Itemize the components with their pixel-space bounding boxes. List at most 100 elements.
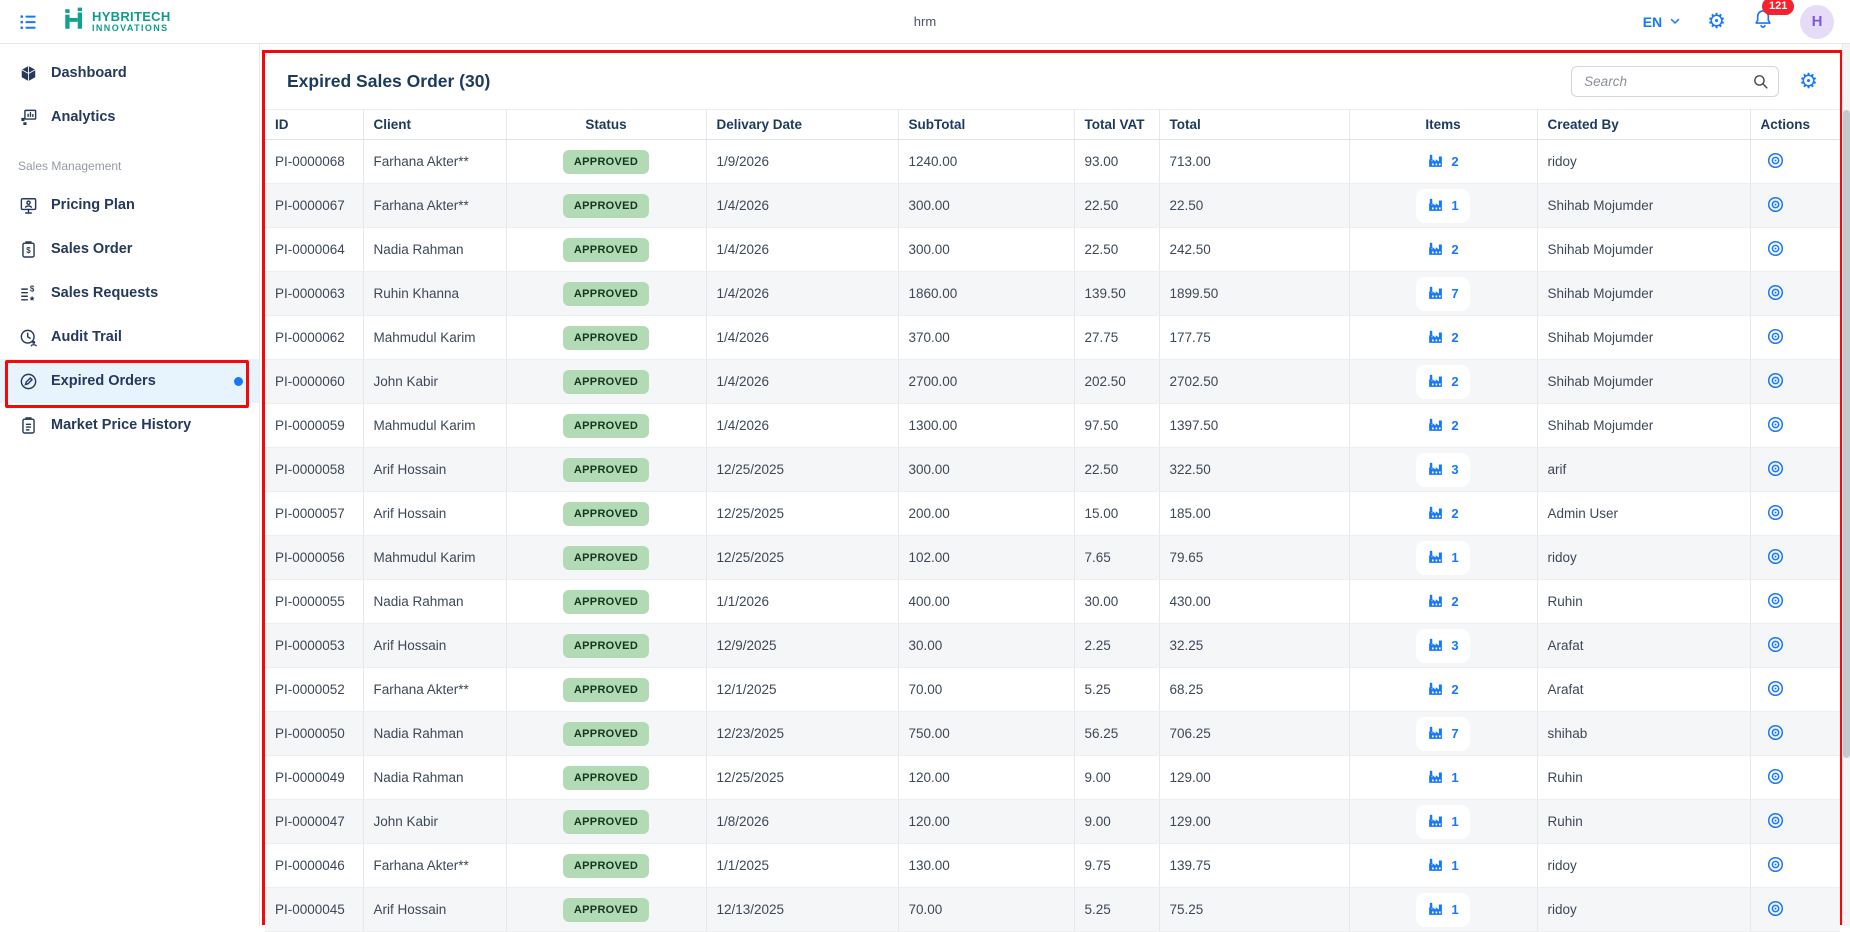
items-button[interactable]: 7	[1416, 277, 1469, 311]
sidebar-item-sales-order[interactable]: $ Sales Order	[0, 227, 259, 271]
order-id-cell: PI-0000046	[265, 844, 363, 888]
view-action-icon[interactable]	[1766, 855, 1785, 874]
delivery-date-cell: 1/4/2026	[706, 316, 898, 360]
view-action-icon[interactable]	[1766, 239, 1785, 258]
view-action-icon[interactable]	[1766, 283, 1785, 302]
list-dollar-icon: $	[18, 284, 38, 303]
total-vat-cell: 139.50	[1074, 272, 1159, 316]
client-cell: Nadia Rahman	[363, 756, 506, 800]
status-badge: APPROVED	[563, 546, 649, 570]
items-button[interactable]: 2	[1416, 145, 1469, 179]
col-header-id: ID	[265, 110, 363, 140]
items-button[interactable]: 1	[1416, 805, 1469, 839]
items-count: 2	[1451, 330, 1458, 345]
analytics-icon	[18, 108, 38, 127]
total-vat-cell: 9.00	[1074, 756, 1159, 800]
items-button[interactable]: 2	[1416, 585, 1469, 619]
items-button[interactable]: 2	[1416, 233, 1469, 267]
factory-icon	[1427, 768, 1444, 788]
status-badge: APPROVED	[563, 810, 649, 834]
client-cell: Mahmudul Karim	[363, 404, 506, 448]
view-action-icon[interactable]	[1766, 371, 1785, 390]
view-action-icon[interactable]	[1766, 151, 1785, 170]
col-header-total-vat: Total VAT	[1074, 110, 1159, 140]
sidebar-item-dashboard[interactable]: Dashboard	[0, 51, 259, 95]
order-id-cell: PI-0000047	[265, 800, 363, 844]
sidebar-item-expired-orders[interactable]: Expired Orders	[0, 359, 259, 403]
col-header-created-by: Created By	[1537, 110, 1750, 140]
avatar[interactable]: H	[1800, 5, 1834, 39]
status-badge: APPROVED	[563, 898, 649, 922]
items-button[interactable]: 1	[1416, 761, 1469, 795]
items-button[interactable]: 2	[1416, 409, 1469, 443]
table-row: PI-0000050 Nadia Rahman APPROVED 12/23/2…	[265, 712, 1840, 756]
view-action-icon[interactable]	[1766, 811, 1785, 830]
factory-icon	[1427, 504, 1444, 524]
view-action-icon[interactable]	[1766, 503, 1785, 522]
language-selector[interactable]: EN	[1643, 14, 1681, 30]
delivery-date-cell: 1/8/2026	[706, 800, 898, 844]
view-action-icon[interactable]	[1766, 899, 1785, 918]
total-cell: 1397.50	[1159, 404, 1349, 448]
items-count: 1	[1451, 858, 1458, 873]
subtotal-cell: 400.00	[898, 580, 1074, 624]
delivery-date-cell: 12/13/2025	[706, 888, 898, 932]
total-cell: 32.25	[1159, 624, 1349, 668]
items-button[interactable]: 3	[1416, 629, 1469, 663]
view-action-icon[interactable]	[1766, 415, 1785, 434]
total-vat-cell: 22.50	[1074, 448, 1159, 492]
items-button[interactable]: 2	[1416, 365, 1469, 399]
sidebar-item-analytics[interactable]: Analytics	[0, 95, 259, 139]
client-cell: Nadia Rahman	[363, 228, 506, 272]
view-action-icon[interactable]	[1766, 767, 1785, 786]
settings-gear-icon[interactable]: ⚙	[1707, 11, 1726, 32]
total-cell: 75.25	[1159, 888, 1349, 932]
status-badge: APPROVED	[563, 150, 649, 174]
view-action-icon[interactable]	[1766, 723, 1785, 742]
factory-icon	[1427, 460, 1444, 480]
items-button[interactable]: 7	[1416, 717, 1469, 751]
total-vat-cell: 5.25	[1074, 668, 1159, 712]
total-vat-cell: 97.50	[1074, 404, 1159, 448]
view-action-icon[interactable]	[1766, 635, 1785, 654]
client-cell: Nadia Rahman	[363, 580, 506, 624]
status-badge: APPROVED	[563, 766, 649, 790]
items-button[interactable]: 1	[1416, 849, 1469, 883]
subtotal-cell: 1240.00	[898, 140, 1074, 184]
table-settings-icon[interactable]: ⚙	[1799, 71, 1818, 92]
delivery-date-cell: 12/25/2025	[706, 492, 898, 536]
order-id-cell: PI-0000060	[265, 360, 363, 404]
items-button[interactable]: 3	[1416, 453, 1469, 487]
total-vat-cell: 30.00	[1074, 580, 1159, 624]
created-by-cell: Ruhin	[1537, 800, 1750, 844]
view-action-icon[interactable]	[1766, 327, 1785, 346]
table-row: PI-0000064 Nadia Rahman APPROVED 1/4/202…	[265, 228, 1840, 272]
client-cell: Farhana Akter**	[363, 668, 506, 712]
sidebar-item-pricing-plan[interactable]: Pricing Plan	[0, 183, 259, 227]
search-input[interactable]	[1571, 66, 1779, 97]
notifications-button[interactable]: 121	[1752, 8, 1774, 35]
items-button[interactable]: 2	[1416, 321, 1469, 355]
sidebar-item-market-price-history[interactable]: Market Price History	[0, 403, 259, 447]
col-header-client: Client	[363, 110, 506, 140]
total-cell: 430.00	[1159, 580, 1349, 624]
order-id-cell: PI-0000057	[265, 492, 363, 536]
scrollbar-thumb[interactable]	[1843, 110, 1850, 758]
sidebar-item-audit-trail[interactable]: Audit Trail	[0, 315, 259, 359]
view-action-icon[interactable]	[1766, 591, 1785, 610]
items-button[interactable]: 2	[1416, 497, 1469, 531]
view-action-icon[interactable]	[1766, 679, 1785, 698]
items-button[interactable]: 2	[1416, 673, 1469, 707]
status-badge: APPROVED	[563, 458, 649, 482]
view-action-icon[interactable]	[1766, 195, 1785, 214]
created-by-cell: ridoy	[1537, 140, 1750, 184]
items-button[interactable]: 1	[1416, 541, 1469, 575]
total-vat-cell: 202.50	[1074, 360, 1159, 404]
order-id-cell: PI-0000059	[265, 404, 363, 448]
items-button[interactable]: 1	[1416, 893, 1469, 927]
view-action-icon[interactable]	[1766, 547, 1785, 566]
view-action-icon[interactable]	[1766, 459, 1785, 478]
vertical-scrollbar[interactable]	[1842, 44, 1850, 926]
sidebar-item-sales-requests[interactable]: $ Sales Requests	[0, 271, 259, 315]
items-button[interactable]: 1	[1416, 189, 1469, 223]
